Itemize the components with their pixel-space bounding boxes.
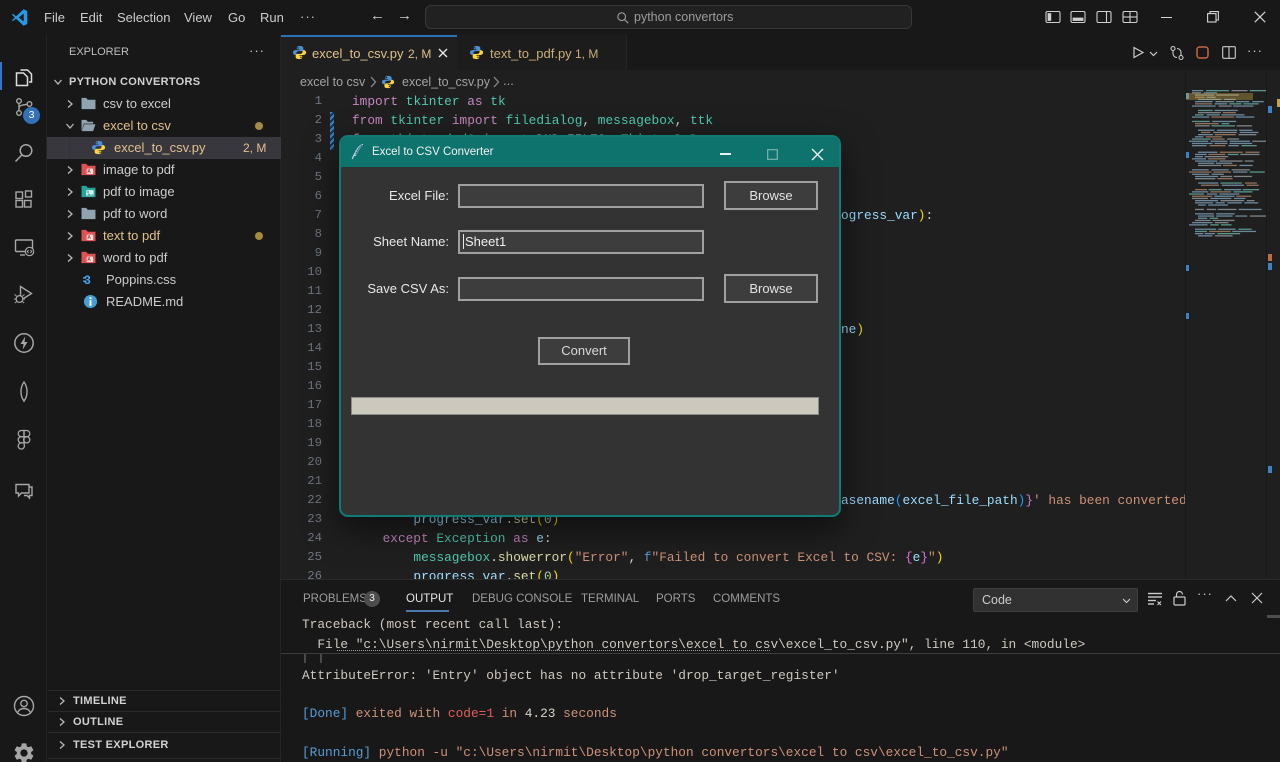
svg-text:3: 3 bbox=[84, 273, 91, 287]
svg-text:A: A bbox=[87, 235, 91, 241]
svg-text:A: A bbox=[87, 169, 91, 175]
svg-text:A: A bbox=[87, 257, 91, 263]
